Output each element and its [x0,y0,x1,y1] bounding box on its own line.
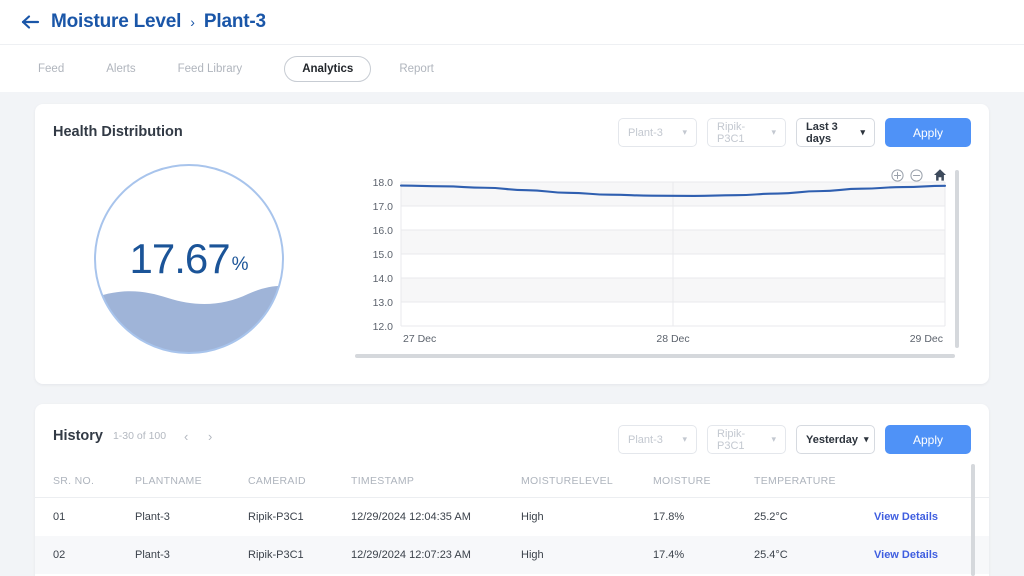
svg-text:29 Dec: 29 Dec [910,333,943,345]
svg-text:17.0: 17.0 [373,201,394,213]
card-title-health-distribution: Health Distribution [53,124,183,140]
column-header-sr-no: SR. NO. [35,475,135,487]
chevron-down-icon: ▾ [771,435,776,444]
pagination-next-button[interactable]: › [200,426,220,446]
breadcrumb-current: Plant-3 [204,11,266,33]
svg-text:18.0: 18.0 [373,177,394,189]
chart-vertical-scrollbar[interactable] [955,170,959,348]
zoom-in-icon[interactable] [891,169,904,182]
history-range-select[interactable]: Yesterday ▾ [796,425,875,454]
pagination-controls: ‹ › [176,426,220,446]
card-title-history: History [53,428,103,444]
chart-horizontal-scrollbar[interactable] [355,354,955,358]
analytics-plant-select[interactable]: Plant-3 ▾ [618,118,697,147]
cell-timestamp: 12/29/2024 12:04:35 AM [351,511,521,523]
tab-alerts[interactable]: Alerts [106,57,135,81]
history-range-value: Yesterday [806,434,858,446]
history-plant-value: Plant-3 [628,434,663,446]
moisture-gauge: 17.67 % [88,164,290,354]
home-icon[interactable] [933,168,947,182]
zoom-out-icon[interactable] [910,169,923,182]
chart-toolbar [891,168,947,182]
table-header-row: SR. NO. PLANTNAME CAMERAID TIMESTAMP MOI… [35,464,989,498]
column-header-moisture: MOISTURE [653,475,754,487]
cell-cameraid: Ripik-P3C1 [248,511,351,523]
column-header-timestamp: TIMESTAMP [351,475,521,487]
tab-report[interactable]: Report [399,57,434,81]
page-vertical-scrollbar[interactable] [971,464,975,576]
svg-text:13.0: 13.0 [373,297,394,309]
analytics-camera-value: Ripik-P3C1 [717,121,765,145]
cell-temperature: 25.2°C [754,511,874,523]
pagination-range: 1-30 of 100 [113,430,166,442]
chart-plot-area: 18.0 17.0 16.0 15.0 14.0 13.0 12.0 27 Dec 28 Dec… [353,164,965,360]
history-card: History 1-30 of 100 ‹ › Plant-3 ▾ Ripik-… [35,404,989,576]
column-header-cameraid: CAMERAID [248,475,351,487]
analytics-apply-button[interactable]: Apply [885,118,971,147]
svg-text:27 Dec: 27 Dec [403,333,436,345]
cell-plantname: Plant-3 [135,511,248,523]
cell-cameraid: Ripik-P3C1 [248,549,351,561]
cell-sr-no: 02 [35,549,135,561]
tab-feed-library[interactable]: Feed Library [178,57,243,81]
history-camera-select[interactable]: Ripik-P3C1 ▾ [707,425,786,454]
chevron-down-icon: ▾ [860,128,865,137]
analytics-range-select[interactable]: Last 3 days ▾ [796,118,875,147]
svg-text:12.0: 12.0 [373,321,394,333]
chevron-down-icon: ▾ [682,128,687,137]
health-distribution-card: Health Distribution Plant-3 ▾ Ripik-P3C1… [35,104,989,384]
table-row[interactable]: 02 Plant-3 Ripik-P3C1 12/29/2024 12:07:2… [35,536,989,574]
svg-text:14.0: 14.0 [373,273,394,285]
cell-moisture: 17.8% [653,511,754,523]
cell-sr-no: 01 [35,511,135,523]
tab-bar: Feed Alerts Feed Library Analytics Repor… [0,44,1024,92]
tab-analytics[interactable]: Analytics [284,56,371,82]
chevron-down-icon: ▾ [771,128,776,137]
tab-feed[interactable]: Feed [38,57,64,81]
analytics-camera-select[interactable]: Ripik-P3C1 ▾ [707,118,786,147]
cell-plantname: Plant-3 [135,549,248,561]
history-header: History 1-30 of 100 ‹ › [53,426,220,446]
cell-moisturelevel: High [521,549,653,561]
cell-moisturelevel: High [521,511,653,523]
svg-text:15.0: 15.0 [373,249,394,261]
app-root: Moisture Level › Plant-3 Feed Alerts Fee… [0,0,1024,576]
history-camera-value: Ripik-P3C1 [717,428,765,452]
view-details-link[interactable]: View Details [874,549,938,561]
svg-text:28 Dec: 28 Dec [656,333,689,345]
svg-text:16.0: 16.0 [373,225,394,237]
column-header-moisturelevel: MOISTURELEVEL [521,475,653,487]
chevron-down-icon: ▾ [682,435,687,444]
analytics-range-value: Last 3 days [806,121,854,145]
breadcrumb-separator: › [190,14,195,30]
chevron-down-icon: ▾ [864,435,869,444]
breadcrumb-main[interactable]: Moisture Level [51,11,181,33]
moisture-line-chart: 18.0 17.0 16.0 15.0 14.0 13.0 12.0 27 Dec 28 Dec… [353,164,965,360]
view-details-link[interactable]: View Details [874,511,938,523]
table-row[interactable]: 01 Plant-3 Ripik-P3C1 12/29/2024 12:04:3… [35,498,989,536]
column-header-plantname: PLANTNAME [135,475,248,487]
history-filter-bar: Plant-3 ▾ Ripik-P3C1 ▾ Yesterday ▾ Apply [618,425,971,454]
cell-timestamp: 12/29/2024 12:07:23 AM [351,549,521,561]
analytics-filter-bar: Plant-3 ▾ Ripik-P3C1 ▾ Last 3 days ▾ App… [618,118,971,147]
column-header-temperature: TEMPERATURE [754,475,874,487]
history-apply-button[interactable]: Apply [885,425,971,454]
back-arrow-icon[interactable] [20,11,42,33]
cell-temperature: 25.4°C [754,549,874,561]
history-plant-select[interactable]: Plant-3 ▾ [618,425,697,454]
history-table: SR. NO. PLANTNAME CAMERAID TIMESTAMP MOI… [35,464,989,574]
cell-moisture: 17.4% [653,549,754,561]
page-header: Moisture Level › Plant-3 [0,0,1024,44]
analytics-plant-value: Plant-3 [628,127,663,139]
pagination-prev-button[interactable]: ‹ [176,426,196,446]
